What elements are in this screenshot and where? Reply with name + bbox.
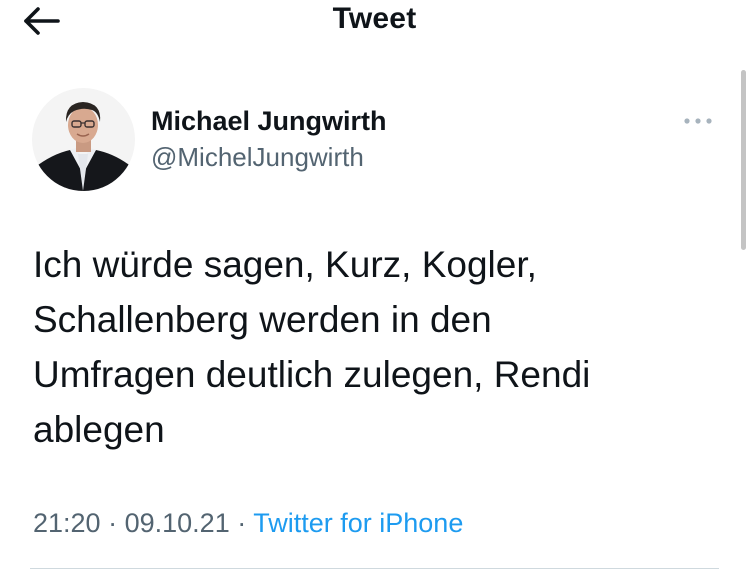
tweet-source-link[interactable]: Twitter for iPhone [253,508,463,538]
scrollbar[interactable] [741,70,746,250]
author-avatar[interactable] [32,88,135,191]
meta-separator: · [108,508,118,538]
page-title: Tweet [332,2,417,35]
tweet-text: Ich würde sagen, Kurz, Kogler, Schallenb… [33,244,591,450]
tweet-metadata: 21:20 · 09.10.21 · Twitter for iPhone [33,508,463,539]
profile-photo [32,88,135,191]
meta-separator: · [237,508,247,538]
divider [30,568,719,569]
more-horizontal-icon [684,118,712,124]
more-options-button[interactable] [678,110,718,132]
tweet-time: 21:20 [33,508,101,538]
author-name[interactable]: Michael Jungwirth [151,106,387,137]
tweet-date: 09.10.21 [124,508,230,538]
author-handle[interactable]: @MichelJungwirth [151,142,364,173]
top-bar: Tweet [0,0,749,44]
